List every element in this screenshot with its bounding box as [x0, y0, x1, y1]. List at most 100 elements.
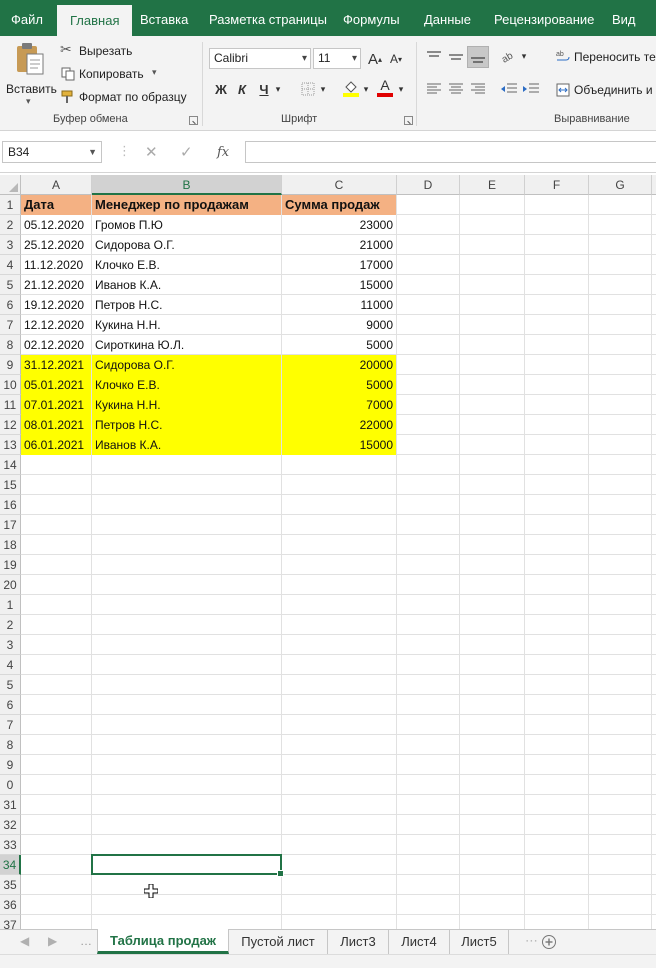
orientation-dropdown-icon[interactable]: ▾: [519, 48, 529, 64]
table-cell[interactable]: 5000: [282, 335, 396, 355]
column-header-b[interactable]: B: [92, 175, 282, 195]
tab-file[interactable]: Файл: [11, 0, 43, 36]
row-header-36[interactable]: 36: [0, 895, 21, 915]
table-cell[interactable]: 7000: [282, 395, 396, 415]
table-cell[interactable]: 5000: [282, 375, 396, 395]
row-header-18[interactable]: 18: [0, 535, 21, 555]
row-header-22[interactable]: 2: [0, 615, 21, 635]
align-bottom-button[interactable]: [467, 46, 489, 68]
row-header-34[interactable]: 34: [0, 855, 21, 875]
table-cell[interactable]: 15000: [282, 275, 396, 295]
table-cell[interactable]: Клочко Е.В.: [92, 375, 281, 395]
row-header-16[interactable]: 16: [0, 495, 21, 515]
tab-home[interactable]: Главная: [57, 5, 133, 36]
row-header-9[interactable]: 9: [0, 355, 21, 375]
paste-button[interactable]: Вставить ▾: [4, 40, 57, 108]
tab-data[interactable]: Данные: [424, 0, 471, 36]
row-header-6[interactable]: 6: [0, 295, 21, 315]
merge-center-button[interactable]: Объединить и п: [556, 81, 656, 99]
increase-indent-icon[interactable]: [522, 82, 540, 96]
table-cell[interactable]: 22000: [282, 415, 396, 435]
tab-insert[interactable]: Вставка: [140, 0, 188, 36]
font-color-button[interactable]: A: [376, 77, 394, 99]
tab-view[interactable]: Вид: [612, 0, 636, 36]
table-cell[interactable]: 11.12.2020: [21, 255, 91, 275]
row-header-23[interactable]: 3: [0, 635, 21, 655]
table-cell[interactable]: Иванов К.А.: [92, 435, 281, 455]
row-header-19[interactable]: 19: [0, 555, 21, 575]
row-header-3[interactable]: 3: [0, 235, 21, 255]
row-header-11[interactable]: 11: [0, 395, 21, 415]
table-cell[interactable]: Иванов К.А.: [92, 275, 281, 295]
row-header-24[interactable]: 4: [0, 655, 21, 675]
row-header-12[interactable]: 12: [0, 415, 21, 435]
name-box[interactable]: B34 ▼: [2, 141, 102, 163]
format-painter-button[interactable]: Формат по образцу: [60, 88, 192, 106]
table-cell[interactable]: 9000: [282, 315, 396, 335]
table-cell[interactable]: 06.01.2021: [21, 435, 91, 455]
row-header-35[interactable]: 35: [0, 875, 21, 895]
more-sheets-icon[interactable]: …: [80, 934, 92, 948]
row-header-17[interactable]: 17: [0, 515, 21, 535]
row-header-32[interactable]: 32: [0, 815, 21, 835]
row-header-8[interactable]: 8: [0, 335, 21, 355]
table-cell[interactable]: 19.12.2020: [21, 295, 91, 315]
table-cell[interactable]: 15000: [282, 435, 396, 455]
table-cell[interactable]: 02.12.2020: [21, 335, 91, 355]
table-header-cell[interactable]: Сумма продаж: [282, 195, 396, 215]
select-all-corner[interactable]: [0, 175, 21, 195]
row-header-10[interactable]: 10: [0, 375, 21, 395]
wrap-text-button[interactable]: ab Переносить те: [556, 48, 656, 66]
font-name-dropdown[interactable]: Calibri ▾: [209, 48, 311, 69]
copy-button[interactable]: Копировать ▾: [60, 65, 165, 83]
row-header-33[interactable]: 33: [0, 835, 21, 855]
spreadsheet-grid[interactable]: A B C D E F G 1 2 3 4 5 6 7 8 9 10 11 12 13 14 15 16 17 18 19 20 1 2…: [0, 175, 656, 929]
fill-color-icon[interactable]: [342, 79, 360, 97]
font-color-dropdown-icon[interactable]: ▾: [396, 79, 406, 99]
row-header-14[interactable]: 14: [0, 455, 21, 475]
sheet-tab-3[interactable]: Лист3: [328, 930, 389, 954]
table-cell[interactable]: 21000: [282, 235, 396, 255]
column-header-e[interactable]: E: [460, 175, 525, 195]
align-center-icon[interactable]: [448, 82, 464, 96]
row-header-1[interactable]: 1: [0, 195, 21, 215]
row-header-4[interactable]: 4: [0, 255, 21, 275]
table-cell[interactable]: Громов П.Ю: [92, 215, 281, 235]
row-header-26[interactable]: 6: [0, 695, 21, 715]
align-top-icon[interactable]: [426, 50, 442, 64]
decrease-indent-icon[interactable]: [500, 82, 518, 96]
font-size-dropdown[interactable]: 11 ▾: [313, 48, 361, 69]
clipboard-launcher-icon[interactable]: [189, 116, 198, 125]
insert-function-icon[interactable]: fx: [217, 145, 229, 160]
table-cell[interactable]: Сироткина Ю.Л.: [92, 335, 281, 355]
table-cell[interactable]: Кукина Н.Н.: [92, 395, 281, 415]
column-header-next[interactable]: [652, 175, 656, 195]
row-header-29[interactable]: 9: [0, 755, 21, 775]
column-header-a[interactable]: A: [21, 175, 92, 195]
table-cell[interactable]: Петров Н.С.: [92, 295, 281, 315]
table-cell[interactable]: 31.12.2021: [21, 355, 91, 375]
italic-button[interactable]: К: [234, 79, 250, 99]
scroll-right-icon[interactable]: ▶: [48, 934, 57, 948]
row-header-27[interactable]: 7: [0, 715, 21, 735]
fill-color-dropdown-icon[interactable]: ▾: [361, 79, 371, 99]
tab-more-icon[interactable]: ⋯: [525, 933, 538, 949]
table-cell[interactable]: Кукина Н.Н.: [92, 315, 281, 335]
column-header-f[interactable]: F: [525, 175, 589, 195]
enter-icon[interactable]: ✓: [180, 143, 193, 161]
cut-button[interactable]: ✂ Вырезать: [60, 41, 150, 60]
grow-font-button[interactable]: A ▴: [367, 49, 383, 69]
borders-dropdown-icon[interactable]: ▾: [318, 79, 328, 99]
row-header-25[interactable]: 5: [0, 675, 21, 695]
align-left-icon[interactable]: [426, 82, 442, 96]
tab-review[interactable]: Рецензирование: [494, 0, 594, 36]
row-header-31[interactable]: 31: [0, 795, 21, 815]
table-cell[interactable]: Петров Н.С.: [92, 415, 281, 435]
table-cell[interactable]: 07.01.2021: [21, 395, 91, 415]
borders-icon[interactable]: [301, 82, 315, 96]
column-header-c[interactable]: C: [282, 175, 397, 195]
plus-circle-icon[interactable]: [541, 934, 557, 950]
bold-button[interactable]: Ж: [212, 79, 230, 99]
table-cell[interactable]: 08.01.2021: [21, 415, 91, 435]
table-header-cell[interactable]: Менеджер по продажам: [92, 195, 281, 215]
